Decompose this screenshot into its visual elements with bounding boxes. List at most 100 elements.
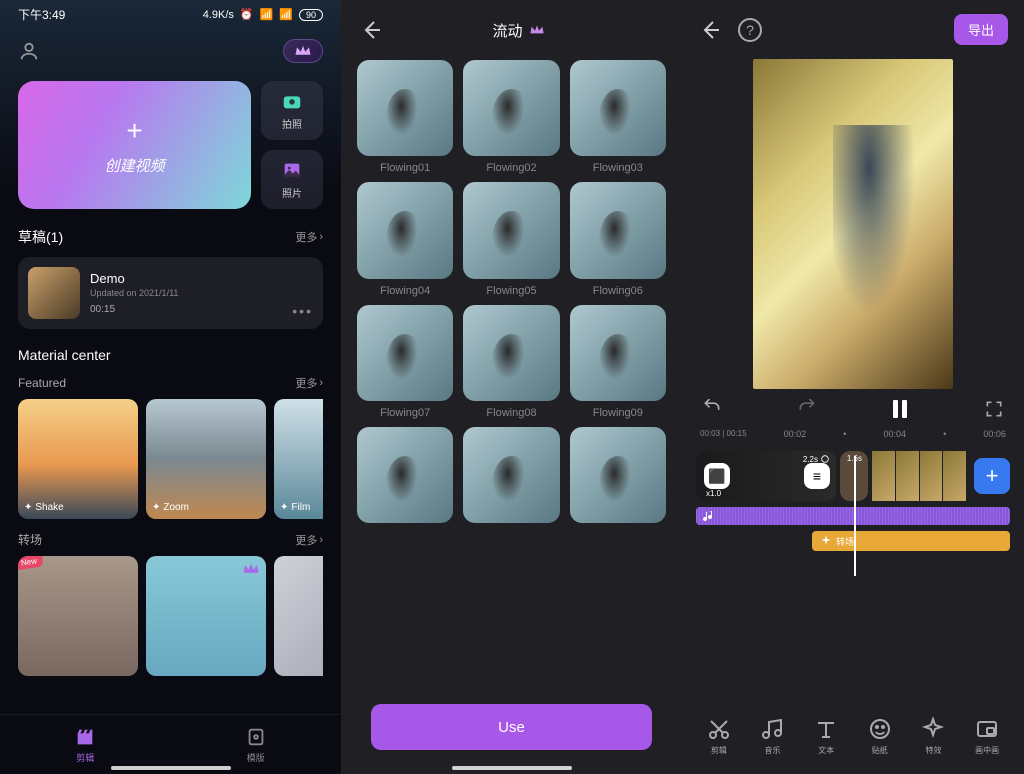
transitions-title: 转场 [18, 531, 42, 548]
effect-thumbnail [463, 182, 559, 278]
material-title: Material center [18, 347, 323, 363]
featured-item[interactable]: ✦Shake [18, 399, 138, 519]
premium-badge[interactable] [283, 39, 323, 63]
photo-icon [281, 159, 303, 181]
clapperboard-icon [74, 726, 96, 748]
effect-track[interactable]: 转场 [812, 531, 1010, 551]
effect-thumbnail [570, 182, 666, 278]
home-indicator [452, 766, 572, 770]
music-icon [702, 509, 716, 523]
create-label: 创建视频 [104, 155, 164, 176]
effect-item[interactable]: Flowing06 [570, 182, 666, 296]
video-clip[interactable]: 2.2s ⬛ ≡ x1.0 [696, 451, 836, 501]
transition-item[interactable] [146, 556, 266, 676]
transition-item[interactable] [274, 556, 323, 676]
camera-icon [281, 90, 303, 112]
plus-icon: + [126, 115, 142, 147]
effect-thumbnail [357, 182, 453, 278]
crown-icon [529, 23, 545, 37]
redo-icon[interactable] [797, 399, 817, 419]
draft-duration: 00:15 [90, 304, 282, 315]
clip-thumbnails[interactable] [872, 451, 966, 501]
photo-button[interactable]: 照片 [261, 150, 323, 209]
effect-thumbnail [463, 60, 559, 156]
shoot-button[interactable]: 拍照 [261, 81, 323, 140]
effect-item[interactable] [570, 427, 666, 523]
create-video-button[interactable]: + 创建视频 [18, 81, 251, 209]
crown-icon [294, 44, 312, 58]
tool-effects[interactable]: 特效 [921, 717, 945, 756]
wifi-icon: 📶 [279, 8, 293, 21]
effect-thumbnail [357, 60, 453, 156]
pip-icon [975, 717, 999, 741]
tool-pip[interactable]: 画中画 [975, 717, 999, 756]
drafts-more[interactable]: 更多› [295, 229, 323, 245]
text-icon [814, 717, 838, 741]
audio-track[interactable] [696, 507, 1010, 525]
clip-handle[interactable]: ≡ [804, 463, 830, 489]
undo-icon[interactable] [702, 399, 722, 419]
tool-cut[interactable]: 剪辑 [707, 717, 731, 756]
featured-title: Featured [18, 376, 66, 390]
draft-menu-icon[interactable]: ••• [292, 303, 313, 319]
effect-thumbnail [357, 427, 453, 523]
effect-item[interactable]: Flowing09 [570, 305, 666, 419]
transitions-more[interactable]: 更多› [295, 532, 323, 548]
video-preview[interactable] [753, 59, 953, 389]
effect-item[interactable]: Flowing05 [463, 182, 559, 296]
effect-item[interactable]: Flowing08 [463, 305, 559, 419]
featured-item[interactable]: ✦Film [274, 399, 323, 519]
timeline-marks: 00:03 | 00:15 00:02 • 00:04 • 00:06 [682, 429, 1024, 439]
effect-item[interactable] [357, 427, 453, 523]
tool-text[interactable]: 文本 [814, 717, 838, 756]
use-button[interactable]: Use [371, 704, 652, 750]
smiley-icon [868, 717, 892, 741]
effect-thumbnail [570, 427, 666, 523]
playhead[interactable] [854, 456, 856, 576]
pause-button[interactable] [893, 400, 909, 418]
back-icon[interactable] [698, 18, 722, 42]
back-icon[interactable] [359, 18, 383, 42]
effect-item[interactable]: Flowing04 [357, 182, 453, 296]
draft-date: Updated on 2021/1/11 [90, 288, 282, 298]
fullscreen-icon[interactable] [984, 399, 1004, 419]
tool-music[interactable]: 音乐 [760, 717, 784, 756]
draft-item[interactable]: Demo Updated on 2021/1/11 00:15 ••• [18, 257, 323, 329]
clip-handle[interactable]: ⬛ [704, 463, 730, 489]
alarm-icon: ⏰ [240, 8, 254, 21]
effect-thumbnail [357, 305, 453, 401]
drafts-title: 草稿(1) [18, 227, 63, 247]
sparkle-icon [820, 535, 832, 547]
effect-thumbnail [463, 427, 559, 523]
export-button[interactable]: 导出 [954, 14, 1008, 45]
draft-name: Demo [90, 271, 282, 286]
effect-thumbnail [463, 305, 559, 401]
music-icon [760, 717, 784, 741]
effects-title: 流动 [492, 20, 522, 41]
effect-item[interactable]: Flowing02 [463, 60, 559, 174]
crown-icon [242, 562, 260, 576]
add-clip-button[interactable]: + [974, 458, 1010, 494]
editor-toolbar: 剪辑 音乐 文本 贴纸 特效 画中画 [682, 717, 1024, 756]
bottom-nav: 剪辑 模版 [0, 714, 341, 774]
effect-thumbnail [570, 60, 666, 156]
help-icon[interactable]: ? [738, 18, 762, 42]
sparkle-icon [921, 717, 945, 741]
scissors-icon [707, 717, 731, 741]
effect-item[interactable]: Flowing03 [570, 60, 666, 174]
effects-grid: Flowing01 Flowing02 Flowing03 Flowing04 … [341, 60, 682, 523]
sparkle-icon: ✦ [280, 502, 288, 513]
effect-thumbnail [570, 305, 666, 401]
featured-item[interactable]: ✦Zoom [146, 399, 266, 519]
transition-item[interactable]: New [18, 556, 138, 676]
chevron-right-icon: › [319, 231, 323, 243]
featured-more[interactable]: 更多› [295, 375, 323, 391]
effect-item[interactable]: Flowing01 [357, 60, 453, 174]
tool-sticker[interactable]: 贴纸 [868, 717, 892, 756]
effect-item[interactable] [463, 427, 559, 523]
template-icon [245, 726, 267, 748]
effect-item[interactable]: Flowing07 [357, 305, 453, 419]
draft-thumbnail [28, 267, 80, 319]
user-icon[interactable] [18, 40, 40, 62]
video-track[interactable]: 2.2s ⬛ ≡ x1.0 1.6s ≡ x1.0 + [696, 451, 1010, 501]
